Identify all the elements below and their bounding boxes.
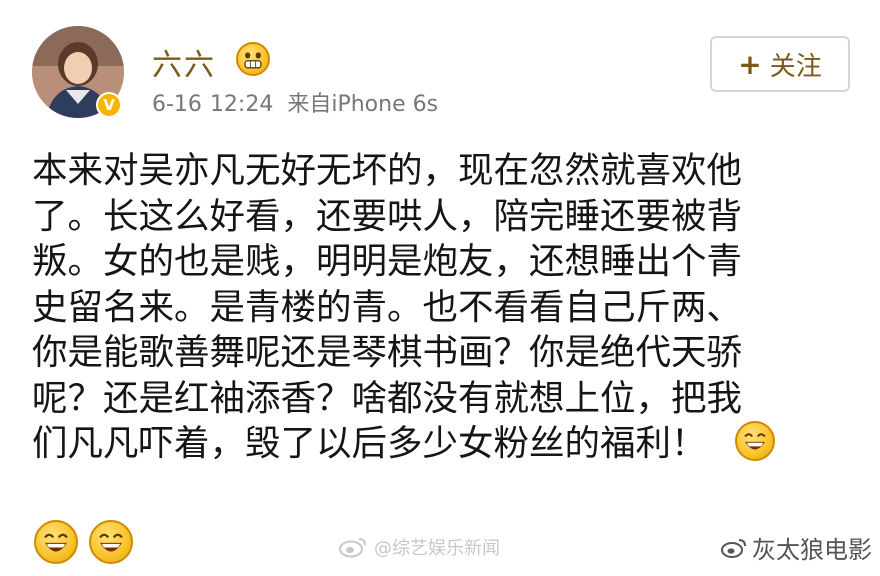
username[interactable]: 六六 <box>152 40 216 84</box>
plus-icon: + <box>738 47 762 81</box>
content-line: 了。长这么好看，还要哄人，陪完睡还要被背 <box>32 195 743 237</box>
content-line-text: 们凡凡吓着，毁了以后多少女粉丝的福利！ <box>32 423 707 464</box>
post-date: 6-16 <box>152 92 202 117</box>
weibo-post: V 六六 6-16 12:24 来自iPhone 6s + 关注 本来对吴亦凡无好无… <box>0 0 880 576</box>
watermark-middle: @综艺娱乐新闻 <box>338 534 500 560</box>
follow-button[interactable]: + 关注 <box>710 36 850 92</box>
laughing-emoji-icon <box>89 520 134 564</box>
content-line: 本来对吴亦凡无好无坏的，现在忽然就喜欢他 <box>32 150 743 191</box>
grimace-emoji-icon <box>236 42 270 76</box>
laughing-emoji-icon <box>34 520 78 564</box>
post-content: 本来对吴亦凡无好无坏的，现在忽然就喜欢他 了。长这么好看，还要哄人，陪完睡还要被… <box>32 148 852 467</box>
watermark-middle-text: @综艺娱乐新闻 <box>374 538 500 559</box>
content-line: 呢？还是红袖添香？啥都没有就想上位，把我 <box>32 377 743 419</box>
bottom-emoji-row <box>34 520 139 564</box>
content-line-last: 们凡凡吓着，毁了以后多少女粉丝的福利！ <box>32 421 852 467</box>
weibo-logo-icon <box>339 538 366 558</box>
content-line: 你是能歌善舞呢还是琴棋书画？你是绝代天骄 <box>32 332 743 373</box>
post-time: 12:24 <box>209 92 274 117</box>
verified-badge-icon: V <box>96 92 122 118</box>
follow-label: 关注 <box>769 51 822 82</box>
post-meta: 6-16 12:24 来自iPhone 6s <box>152 86 438 118</box>
weibo-logo-icon <box>721 538 746 558</box>
laughing-emoji-icon <box>734 421 775 461</box>
content-line: 史留名来。是青楼的青。也不看看自己斤两、 <box>32 286 743 328</box>
post-source[interactable]: 来自iPhone 6s <box>287 92 438 117</box>
content-line: 叛。女的也是贱，明明是炮友，还想睡出个青 <box>32 241 743 282</box>
watermark-right: 灰太狼电影 <box>720 530 872 565</box>
watermark-right-text: 灰太狼电影 <box>752 536 872 564</box>
